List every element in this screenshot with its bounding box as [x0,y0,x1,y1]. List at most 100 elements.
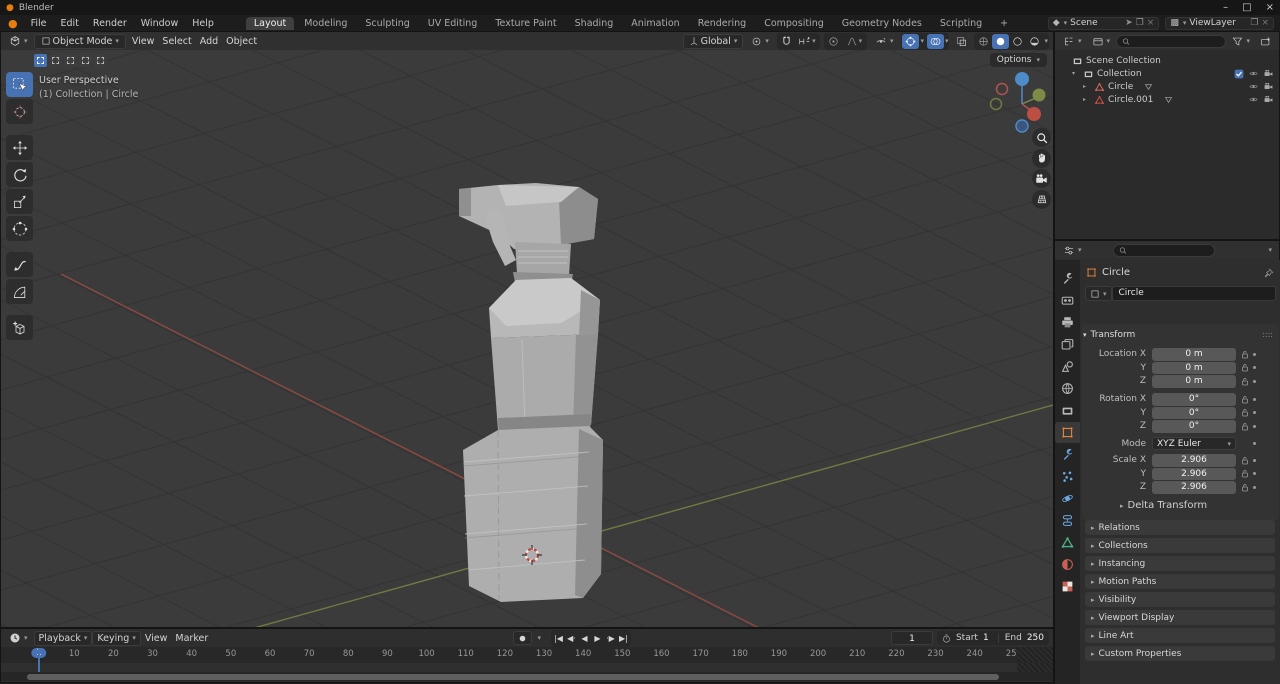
location-y-field[interactable]: 0 m [1152,362,1236,375]
outliner-row-collection[interactable]: ▾Collection [1055,67,1279,80]
properties-tab-data[interactable] [1055,532,1080,553]
frame-tick[interactable]: 210 [849,649,865,659]
spray-bottle-model[interactable] [1,50,1053,627]
gizmos-toggle[interactable] [902,34,919,49]
outliner-row-circle[interactable]: ▸Circle [1055,80,1279,93]
properties-tab-modifiers[interactable] [1055,444,1080,465]
tool-select-box[interactable] [6,72,33,97]
properties-tab-output[interactable] [1055,312,1080,333]
viewport-menu-view[interactable]: View [128,35,159,48]
location-x-field[interactable]: 0 m [1152,348,1236,361]
nav-perspective-button[interactable] [1032,190,1051,209]
minimize-button[interactable]: – [1223,2,1228,13]
end-value[interactable]: 250 [1027,633,1044,643]
frame-tick[interactable]: 130 [536,649,552,659]
timeline-menu-playback[interactable]: Playback▾ [34,631,93,646]
mode-dropdown[interactable]: Object Mode▾ [34,34,126,49]
outliner-display-mode-button[interactable]: ▾ [1088,35,1115,48]
panel-menu-icon[interactable]: :::: [1262,330,1273,339]
select-mode-box-new[interactable] [49,54,62,67]
section-custom-properties[interactable]: ▸Custom Properties [1085,646,1275,661]
copy-viewlayer-icon[interactable]: ❐ [1250,18,1258,28]
workspace-tab-sculpting[interactable]: Sculpting [357,17,417,30]
frame-tick[interactable]: 70 [304,649,315,659]
workspace-tab-uv-editing[interactable]: UV Editing [420,17,486,30]
frame-tick[interactable]: 230 [927,649,943,659]
section-visibility[interactable]: ▸Visibility [1085,592,1275,607]
section-viewport-display[interactable]: ▸Viewport Display [1085,610,1275,625]
frame-tick[interactable]: 40 [186,649,197,659]
section-instancing[interactable]: ▸Instancing [1085,556,1275,571]
expand-arrow-icon[interactable]: ▾ [1072,70,1080,77]
disable-render-icon[interactable] [1263,82,1274,91]
animate-dot[interactable] [1253,459,1256,462]
scrollbar-handle[interactable] [27,674,999,680]
tool-add-cube[interactable] [6,315,33,340]
viewlayer-selector[interactable]: ▩▾ ViewLayer ❐ × [1165,17,1274,30]
properties-search-input[interactable] [1130,245,1209,255]
select-mode-box-subtract[interactable] [79,54,92,67]
expand-arrow-icon[interactable]: ▸ [1083,83,1091,90]
timeline-track[interactable] [1,663,1053,672]
frame-tick[interactable]: 140 [575,649,591,659]
properties-search[interactable] [1113,244,1215,257]
play-button[interactable]: ▶ [591,631,604,646]
keying-dropdown-small[interactable]: ▾ [537,634,541,642]
new-collection-button[interactable] [1256,35,1275,48]
frame-tick[interactable]: 10 [69,649,80,659]
workspace-tab-compositing[interactable]: Compositing [756,17,832,30]
properties-editor-type-button[interactable]: ▾ [1059,244,1086,257]
properties-options-dropdown[interactable]: ▾ [1268,246,1272,254]
scale-z-field[interactable]: 2.906 [1152,481,1236,494]
start-value[interactable]: 1 [983,633,993,643]
tool-scale[interactable] [6,189,33,214]
animate-dot[interactable] [1253,353,1256,356]
section-line-art[interactable]: ▸Line Art [1085,628,1275,643]
outliner-editor-type-button[interactable]: ▾ [1059,35,1086,48]
proportional-toggle[interactable] [825,34,842,49]
snap-target-dropdown[interactable]: ▾ [795,34,819,49]
hide-viewport-icon[interactable] [1248,82,1259,91]
object-id-dropdown[interactable]: ▾ [1085,286,1112,301]
play-reverse-button[interactable]: ◀ [578,631,591,646]
object-name-field[interactable]: Circle [1112,286,1276,301]
pin-icon[interactable] [1264,268,1274,278]
frame-tick[interactable]: 160 [653,649,669,659]
scale-x-field[interactable]: 2.906 [1152,454,1236,467]
menu-render[interactable]: Render [86,17,134,30]
outliner-search-input[interactable] [1133,36,1220,46]
lock-icon[interactable] [1241,469,1249,478]
properties-tab-object[interactable] [1055,422,1080,443]
lock-icon[interactable] [1241,408,1249,417]
nav-pan-button[interactable] [1032,149,1051,168]
unlink-scene-icon[interactable]: × [1147,18,1155,28]
jump-to-start-button[interactable]: |◀ [552,631,565,646]
jump-to-end-button[interactable]: ▶| [617,631,630,646]
frame-tick[interactable]: 100 [418,649,434,659]
shading-material-button[interactable] [1009,34,1026,49]
properties-tab-render[interactable] [1055,290,1080,311]
shading-rendered-button[interactable] [1026,34,1043,49]
rotation-x-field[interactable]: 0° [1152,393,1236,406]
transform-panel-header[interactable]: ▾ Transform [1083,330,1135,340]
animate-dot[interactable] [1253,472,1256,475]
gizmos-dropdown[interactable]: ▾ [920,37,924,45]
location-z-field[interactable]: 0 m [1152,375,1236,388]
lock-icon[interactable] [1241,395,1249,404]
frame-tick[interactable]: 200 [810,649,826,659]
outliner-search[interactable] [1116,35,1226,48]
add-workspace-button[interactable]: + [992,17,1016,30]
properties-tab-constraints[interactable] [1055,510,1080,531]
menu-file[interactable]: File [24,17,54,30]
disable-render-icon[interactable] [1263,95,1274,104]
frame-tick[interactable]: 190 [771,649,787,659]
overlays-toggle[interactable] [927,34,944,49]
frame-tick[interactable]: 20 [108,649,119,659]
tool-cursor[interactable] [6,99,33,124]
lock-icon[interactable] [1241,483,1249,492]
workspace-tab-layout[interactable]: Layout [246,17,294,30]
tool-move[interactable] [6,135,33,160]
animate-dot[interactable] [1253,486,1256,489]
scale-y-field[interactable]: 2.906 [1152,468,1236,481]
frame-tick[interactable]: 120 [497,649,513,659]
